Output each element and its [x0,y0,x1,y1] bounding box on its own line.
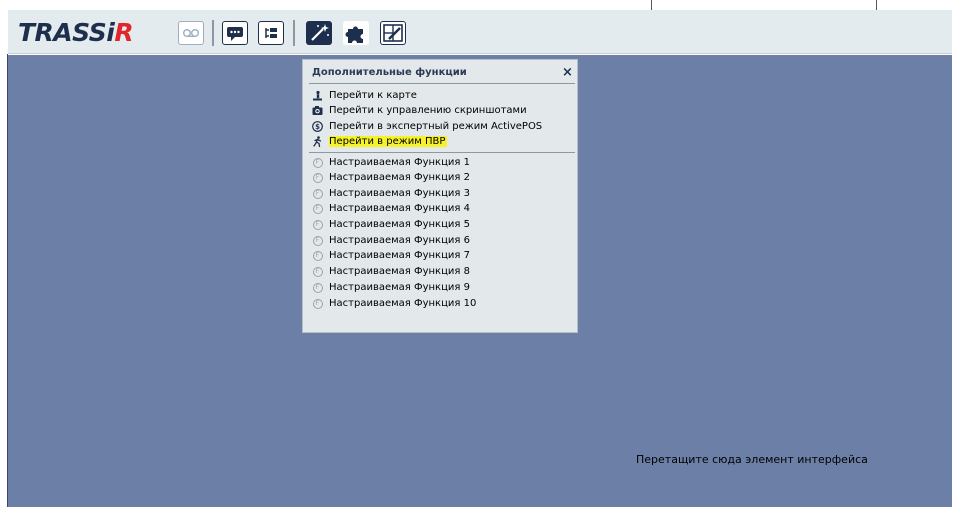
f-circle-icon: F [312,298,323,309]
menu-item-custom-function-2[interactable]: F Настраиваемая Функция 2 [312,170,470,185]
f-circle-icon: F [312,250,323,261]
running-man-icon [312,136,323,147]
logo-accent: R [114,18,134,47]
menu-item-label: Настраиваемая Функция 7 [329,250,470,261]
f-circle-icon: F [312,266,323,277]
menu-item-custom-function-5[interactable]: F Настраиваемая Функция 5 [312,217,470,232]
menu-item-label: Перейти в экспертный режим ActivePOS [329,121,543,132]
panel-divider [309,83,575,84]
puzzle-icon[interactable] [343,21,369,45]
menu-item-custom-function-1[interactable]: F Настраиваемая Функция 1 [312,155,470,170]
menu-item-label: Перейти в режим ПВР [329,136,448,147]
menu-item-custom-function-9[interactable]: F Настраиваемая Функция 9 [312,280,470,295]
logo-text: TRASSi [18,18,115,47]
menu-item-custom-function-3[interactable]: F Настраиваемая Функция 3 [312,186,470,201]
f-circle-icon: F [312,282,323,293]
f-circle-icon: F [312,188,323,199]
panel-divider [309,152,575,153]
camera-icon [312,105,323,116]
menu-item-label: Перейти к управлению скриншотами [329,105,527,116]
menu-item-custom-function-6[interactable]: F Настраиваемая Функция 6 [312,233,470,248]
menu-item-label: Настраиваемая Функция 6 [329,235,470,246]
f-circle-icon: F [312,172,323,183]
trassir-logo: TRASSiR [18,18,134,47]
close-button[interactable]: × [562,65,573,80]
toolbar-separator [293,20,295,46]
menu-item-label: Настраиваемая Функция 1 [329,157,470,168]
menu-item-label: Настраиваемая Функция 8 [329,266,470,277]
magic-wand-icon[interactable] [306,21,332,45]
drop-hint: Перетащите сюда элемент интерфейса [636,453,868,466]
menu-item-custom-function-4[interactable]: F Настраиваемая Функция 4 [312,201,470,216]
chat-icon[interactable] [222,21,248,45]
f-circle-icon: F [312,219,323,230]
panel-title: Дополнительные функции [312,67,467,78]
voicemail-icon[interactable] [178,21,204,45]
extra-functions-panel: Дополнительные функции × Перейти к карте… [302,59,578,333]
menu-item-label: Настраиваемая Функция 4 [329,203,470,214]
toolbar-separator [212,20,214,46]
menu-item-custom-function-10[interactable]: F Настраиваемая Функция 10 [312,296,476,311]
f-circle-icon: F [312,203,323,214]
tree-icon[interactable] [258,21,284,45]
menu-item-label: Настраиваемая Функция 3 [329,188,470,199]
map-pin-icon [312,90,323,101]
menu-item-pvr-mode[interactable]: Перейти в режим ПВР [312,134,448,149]
menu-item-label: Настраиваемая Функция 9 [329,282,470,293]
menu-item-label: Перейти к карте [329,90,417,101]
menu-item-screenshots[interactable]: Перейти к управлению скриншотами [312,103,527,118]
menu-item-custom-function-7[interactable]: F Настраиваемая Функция 7 [312,248,470,263]
menu-item-label: Настраиваемая Функция 10 [329,298,477,309]
window-frame-line [7,54,8,507]
f-circle-icon: F [312,235,323,246]
dollar-circle-icon: $ [312,121,323,132]
menu-item-custom-function-8[interactable]: F Настраиваемая Функция 8 [312,264,470,279]
menu-item-label: Настраиваемая Функция 2 [329,172,470,183]
menu-item-go-to-map[interactable]: Перейти к карте [312,88,417,103]
svg-text:$: $ [315,123,320,131]
f-circle-icon: F [312,157,323,168]
edit-layout-icon[interactable] [380,21,406,45]
menu-item-activepos[interactable]: $ Перейти в экспертный режим ActivePOS [312,119,542,134]
toolbar [8,10,952,54]
menu-item-label: Настраиваемая Функция 5 [329,219,470,230]
